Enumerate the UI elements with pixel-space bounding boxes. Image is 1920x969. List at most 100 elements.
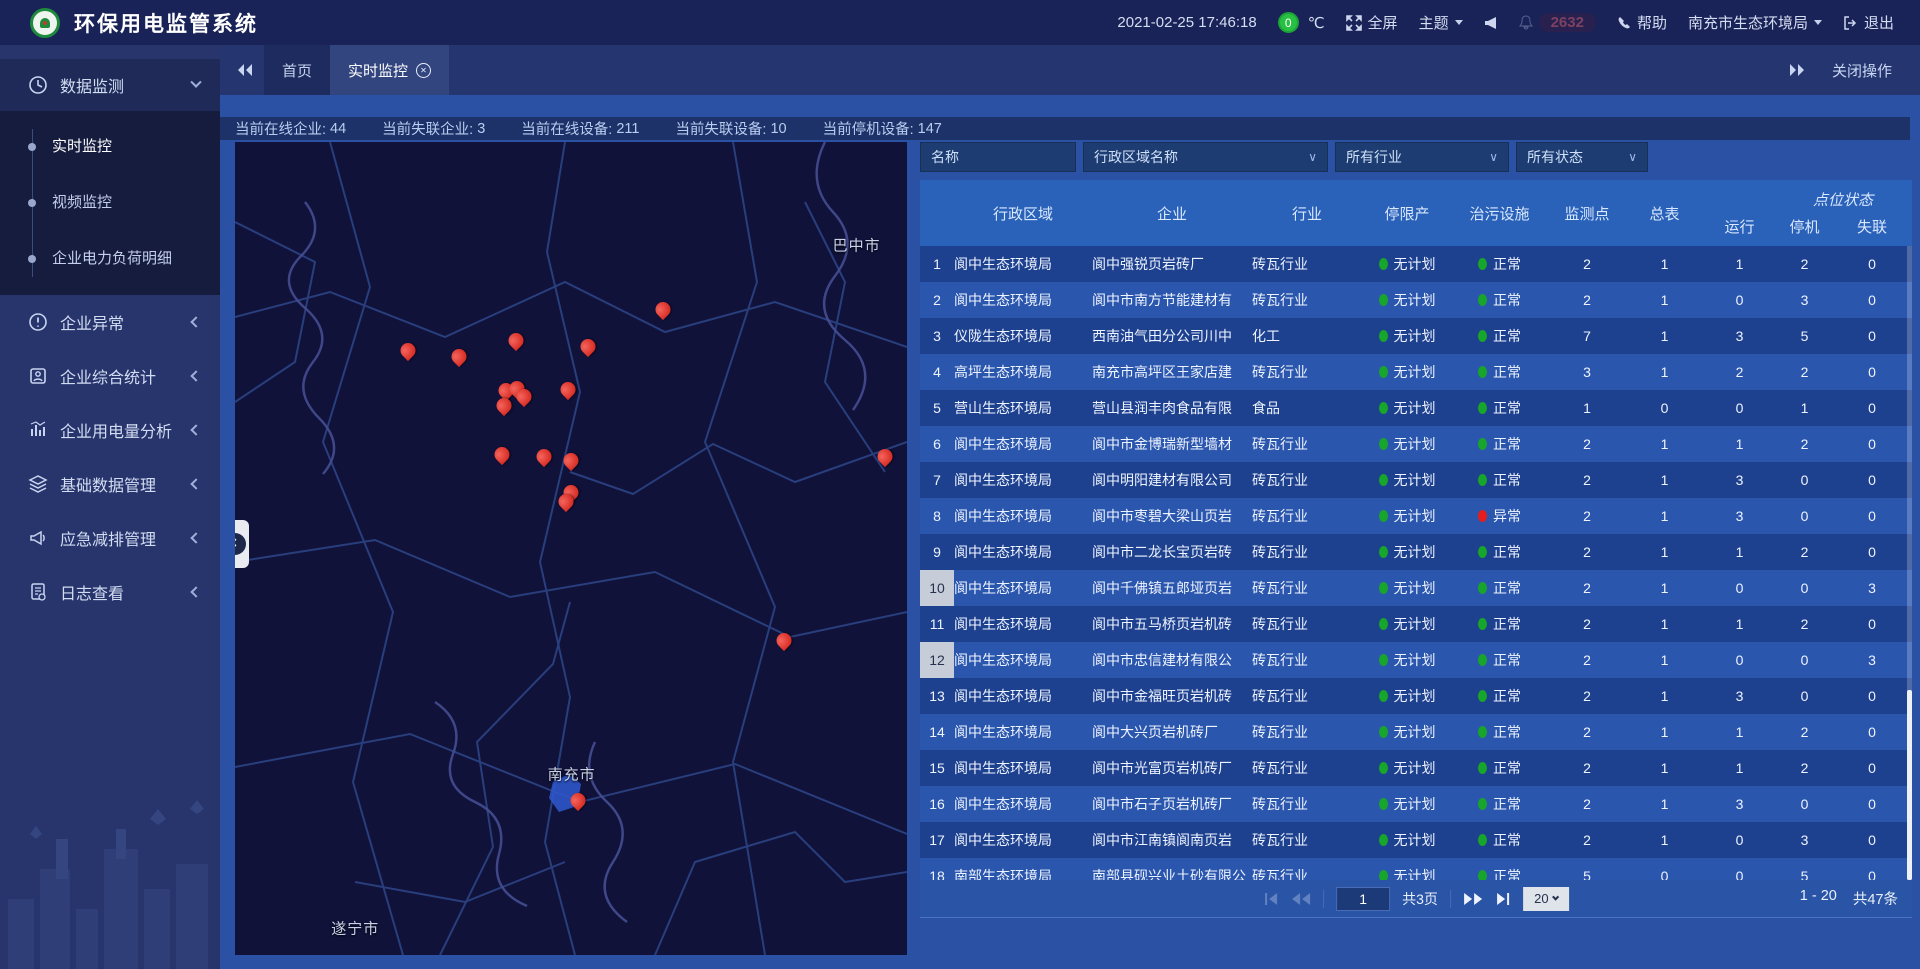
table-row[interactable]: 12阆中生态环境局阆中市忠信建材有限公砖瓦行业无计划正常21003 — [920, 642, 1912, 678]
tab-home[interactable]: 首页 — [264, 45, 330, 95]
cell-stop-plan: 无计划 — [1362, 686, 1452, 706]
sidebar-group-power-analysis[interactable]: 企业用电量分析 — [0, 403, 220, 457]
fullscreen-button[interactable]: 全屏 — [1346, 12, 1398, 33]
sidebar-group-emergency[interactable]: 应急减排管理 — [0, 511, 220, 565]
last-page-button[interactable] — [1495, 892, 1511, 906]
status-dot — [1478, 474, 1487, 486]
map-pin-marker[interactable] — [516, 389, 531, 404]
notification-badge[interactable]: 2632 — [1519, 13, 1596, 32]
sidebar-group-company-abnormal[interactable]: 企业异常 — [0, 295, 220, 349]
sidebar-item-power-load-detail[interactable]: 企业电力负荷明细 — [0, 231, 220, 287]
sidebar-group-base-data[interactable]: 基础数据管理 — [0, 457, 220, 511]
table-row[interactable]: 16阆中生态环境局阆中市石子页岩机砖厂砖瓦行业无计划正常21300 — [920, 786, 1912, 822]
map-pin-marker[interactable] — [570, 793, 585, 808]
status-filter-select[interactable]: 所有状态∨ — [1516, 142, 1648, 172]
cell-points: 2 — [1547, 256, 1627, 272]
scrollbar-thumb[interactable] — [1907, 690, 1912, 880]
name-filter-input[interactable] — [920, 142, 1076, 172]
status-dot — [1478, 258, 1487, 270]
table-row[interactable]: 17阆中生态环境局阆中市江南镇阆南页岩砖瓦行业无计划正常21030 — [920, 822, 1912, 858]
table-row[interactable]: 15阆中生态环境局阆中市光富页岩机砖厂砖瓦行业无计划正常21120 — [920, 750, 1912, 786]
cell-row-index: 12 — [920, 642, 954, 678]
map-panel[interactable]: 巴中市南充市遂宁市 — [235, 142, 907, 955]
table-row[interactable]: 5营山生态环境局营山县润丰肉食品有限食品无计划正常10010 — [920, 390, 1912, 426]
sidebar-group-company-statistics[interactable]: 企业综合统计 — [0, 349, 220, 403]
table-row[interactable]: 18南部生态环境局南部县砚兴业土砂有限公砖瓦行业无计划正常50050 — [920, 858, 1912, 880]
logout-button[interactable]: 退出 — [1843, 12, 1894, 33]
org-dropdown[interactable]: 南充市生态环境局 — [1688, 12, 1822, 33]
cell-stopped: 0 — [1777, 796, 1832, 812]
prev-page-button[interactable] — [1291, 892, 1311, 906]
collapse-panel-button[interactable] — [235, 520, 249, 568]
cell-region: 阆中生态环境局 — [954, 794, 1092, 814]
status-dot — [1478, 510, 1487, 522]
cell-facility-status: 正常 — [1452, 434, 1547, 454]
page-number-input[interactable] — [1336, 887, 1390, 911]
map-pin-marker[interactable] — [564, 453, 579, 468]
table-row[interactable]: 10阆中生态环境局阆中千佛镇五郎垭页岩砖瓦行业无计划正常21003 — [920, 570, 1912, 606]
map-pin-marker[interactable] — [877, 449, 892, 464]
status-dot-green — [1379, 690, 1388, 702]
chevron-left-icon — [235, 533, 246, 555]
table-row[interactable]: 13阆中生态环境局阆中市金福旺页岩机砖砖瓦行业无计划正常21300 — [920, 678, 1912, 714]
cell-running: 1 — [1702, 256, 1777, 272]
map-pin-marker[interactable] — [580, 339, 595, 354]
table-row[interactable]: 8阆中生态环境局阆中市枣碧大梁山页岩砖瓦行业无计划异常21300 — [920, 498, 1912, 534]
sidebar-group-logs[interactable]: 日志查看 — [0, 565, 220, 619]
sidebar-group-data-monitor[interactable]: 数据监测 — [0, 59, 220, 111]
chevron-down-icon: ∨ — [1308, 150, 1317, 164]
cell-meters: 0 — [1627, 400, 1702, 416]
map-pin-marker[interactable] — [537, 449, 552, 464]
region-filter-select[interactable]: 行政区域名称∨ — [1083, 142, 1328, 172]
tab-realtime-monitor[interactable]: 实时监控 ✕ — [330, 45, 449, 95]
next-page-button[interactable] — [1463, 892, 1483, 906]
mute-speaker-button[interactable] — [1484, 16, 1498, 30]
map-pin-marker[interactable] — [496, 398, 511, 413]
stats-bar: 当前在线企业:44 当前失联企业:3 当前在线设备:211 当前失联设备:10 … — [220, 117, 1910, 140]
cell-points: 2 — [1547, 472, 1627, 488]
cell-lost: 0 — [1832, 760, 1912, 776]
fullscreen-icon — [1346, 15, 1362, 31]
table-row[interactable]: 11阆中生态环境局阆中市五马桥页岩机砖砖瓦行业无计划正常21120 — [920, 606, 1912, 642]
theme-dropdown[interactable]: 主题 — [1419, 12, 1463, 33]
tabs-scroll-left-button[interactable] — [236, 63, 254, 77]
page-size-select[interactable]: 20 — [1523, 887, 1569, 911]
help-button[interactable]: 帮助 — [1617, 12, 1667, 33]
cell-lost: 0 — [1832, 292, 1912, 308]
cell-industry: 砖瓦行业 — [1252, 866, 1362, 880]
cell-points: 2 — [1547, 544, 1627, 560]
map-pin-marker[interactable] — [656, 302, 671, 317]
col-point-status-group: 点位状态 运行 停机 失联 — [1702, 180, 1912, 246]
table-scrollbar[interactable] — [1907, 246, 1912, 880]
sidebar-item-realtime-monitor[interactable]: 实时监控 — [0, 119, 220, 175]
map-pin-marker[interactable] — [494, 447, 509, 462]
map-pin-marker[interactable] — [451, 349, 466, 364]
map-pin-marker[interactable] — [777, 633, 792, 648]
table-row[interactable]: 1阆中生态环境局阆中强锐页岩砖厂砖瓦行业无计划正常21120 — [920, 246, 1912, 282]
table-row[interactable]: 6阆中生态环境局阆中市金博瑞新型墙材砖瓦行业无计划正常21120 — [920, 426, 1912, 462]
close-tab-icon[interactable]: ✕ — [416, 63, 431, 78]
table-row[interactable]: 9阆中生态环境局阆中市二龙长宝页岩砖砖瓦行业无计划正常21120 — [920, 534, 1912, 570]
total-pages-label: 共3页 — [1402, 889, 1438, 909]
sidebar-item-video-monitor[interactable]: 视频监控 — [0, 175, 220, 231]
cell-lost: 0 — [1832, 544, 1912, 560]
map-pin-marker[interactable] — [508, 333, 523, 348]
cell-row-index: 16 — [920, 796, 954, 812]
table-row[interactable]: 2阆中生态环境局阆中市南方节能建材有砖瓦行业无计划正常21030 — [920, 282, 1912, 318]
status-dot — [1478, 690, 1487, 702]
map-pin-marker[interactable] — [559, 494, 574, 509]
cell-points: 2 — [1547, 616, 1627, 632]
cell-meters: 1 — [1627, 580, 1702, 596]
first-page-button[interactable] — [1263, 892, 1279, 906]
industry-filter-select[interactable]: 所有行业∨ — [1335, 142, 1509, 172]
table-row[interactable]: 7阆中生态环境局阆中明阳建材有限公司砖瓦行业无计划正常21300 — [920, 462, 1912, 498]
table-row[interactable]: 4高坪生态环境局南充市高坪区王家店建砖瓦行业无计划正常31220 — [920, 354, 1912, 390]
table-row[interactable]: 14阆中生态环境局阆中大兴页岩机砖厂砖瓦行业无计划正常21120 — [920, 714, 1912, 750]
map-pin-marker[interactable] — [561, 382, 576, 397]
close-operations-button[interactable]: 关闭操作 — [1832, 60, 1892, 81]
cell-region: 阆中生态环境局 — [954, 830, 1092, 850]
cell-points: 5 — [1547, 868, 1627, 880]
table-row[interactable]: 3仪陇生态环境局西南油气田分公司川中化工无计划正常71350 — [920, 318, 1912, 354]
map-pin-marker[interactable] — [400, 343, 415, 358]
tabs-scroll-right-button[interactable] — [1788, 63, 1806, 77]
